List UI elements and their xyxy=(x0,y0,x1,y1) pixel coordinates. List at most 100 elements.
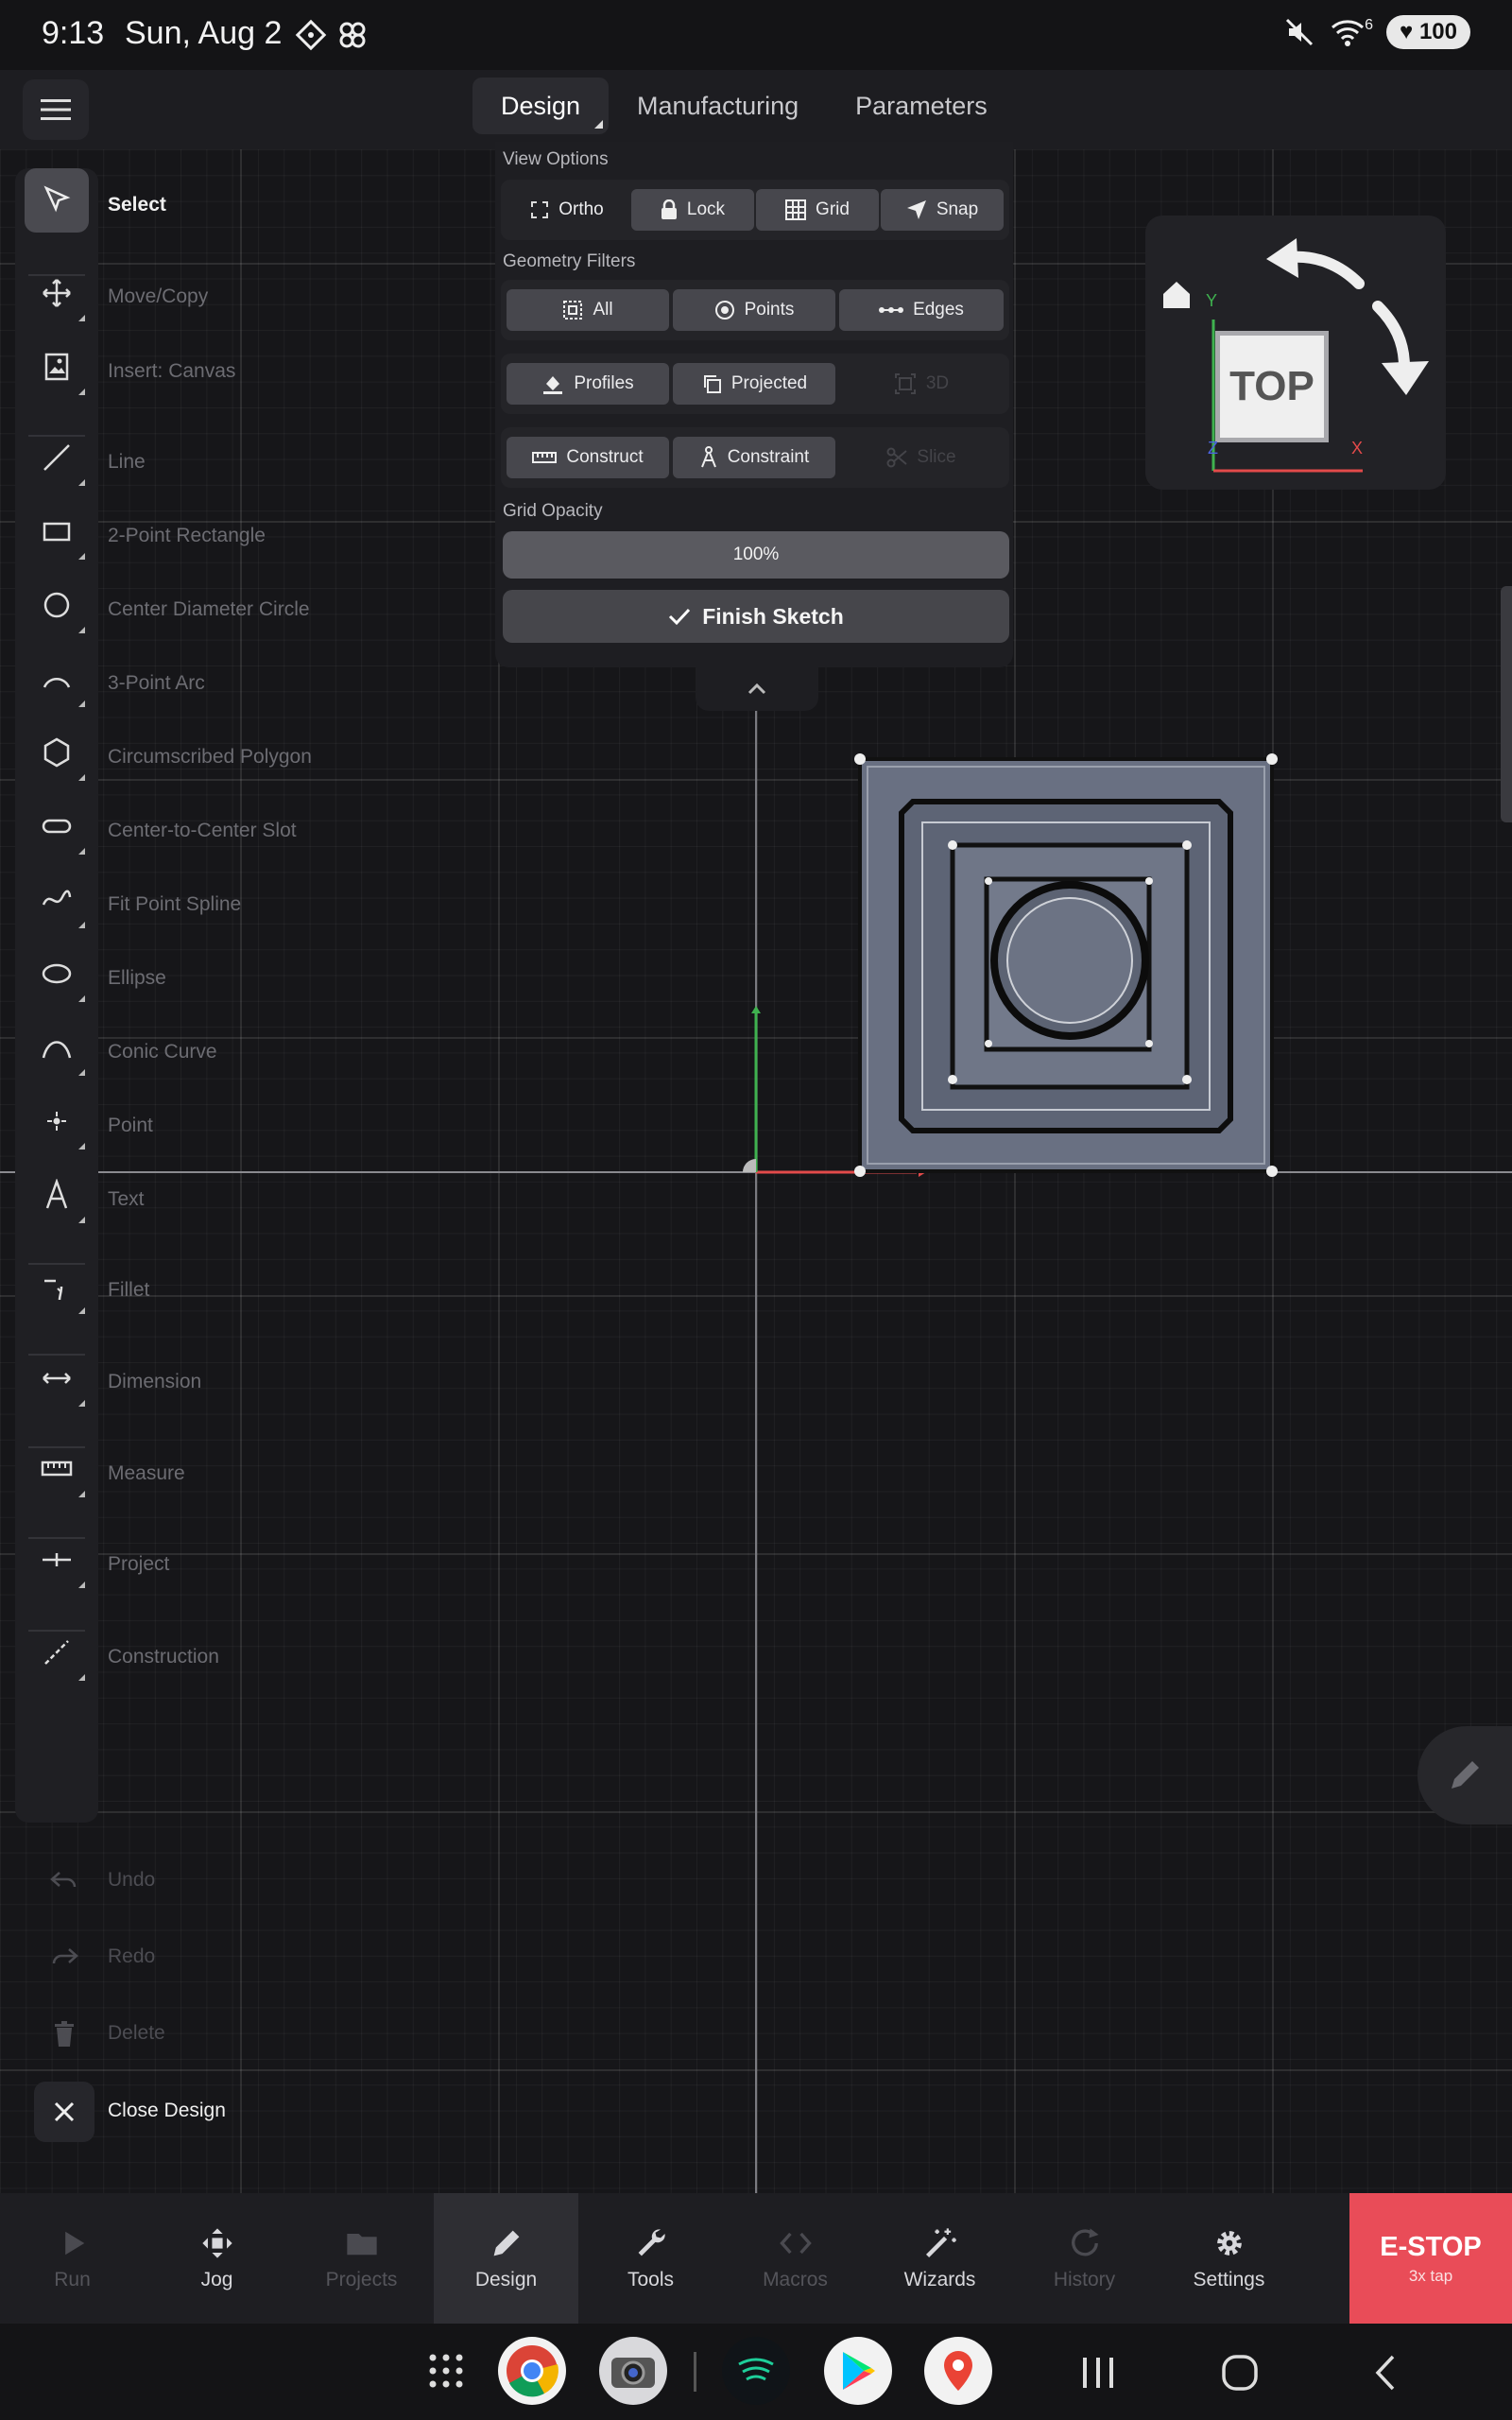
snap-toggle[interactable]: Snap xyxy=(881,189,1004,231)
grid-toggle[interactable]: Grid xyxy=(756,189,879,231)
camera-icon xyxy=(611,2358,655,2388)
tool-ruler-button[interactable] xyxy=(25,1437,89,1501)
edit-fab-button[interactable] xyxy=(1418,1726,1512,1824)
mute-icon xyxy=(1286,18,1314,46)
cnc-app-icon[interactable] xyxy=(722,2337,790,2405)
filter-edges-button[interactable]: Edges xyxy=(839,289,1004,331)
nav-label: Projects xyxy=(325,2269,398,2290)
filter-points-button[interactable]: Points xyxy=(673,289,835,331)
pencil-icon xyxy=(493,2230,519,2256)
finish-sketch-button[interactable]: Finish Sketch xyxy=(503,590,1009,643)
play-store-app-icon[interactable] xyxy=(824,2337,892,2405)
close-button[interactable] xyxy=(34,2082,94,2142)
tool-arc-button[interactable] xyxy=(25,647,89,711)
nav-run[interactable]: Run xyxy=(0,2193,145,2324)
redo-button[interactable] xyxy=(34,1927,94,1988)
tool-text-button[interactable] xyxy=(25,1163,89,1227)
home-icon[interactable] xyxy=(1221,2354,1259,2392)
filter-all-button[interactable]: All xyxy=(507,289,669,331)
submenu-corner-indicator xyxy=(78,553,85,560)
axis-x-label: X xyxy=(1351,439,1364,458)
tool-label: Insert: Canvas xyxy=(108,360,236,382)
lock-toggle[interactable]: Lock xyxy=(631,189,754,231)
nav-label: Macros xyxy=(763,2269,828,2290)
rotate-ccw-arrow-icon[interactable] xyxy=(1264,227,1368,302)
collapse-panel-button[interactable] xyxy=(696,667,818,711)
tab-design[interactable]: Design xyxy=(472,78,610,134)
filter-3d-label: 3D xyxy=(925,373,950,393)
filter-constraint-button[interactable]: Constraint xyxy=(673,437,835,478)
bottom-navigation: Run Jog Projects Design Tools Macros Wizards Hi… xyxy=(0,2193,1512,2324)
tool-ellipse-button[interactable] xyxy=(25,942,89,1006)
tool-project-button[interactable] xyxy=(25,1528,89,1592)
nav-macros[interactable]: Macros xyxy=(723,2193,868,2324)
nav-tools[interactable]: Tools xyxy=(578,2193,723,2324)
tool-fillet-button[interactable] xyxy=(25,1253,89,1318)
view-cube[interactable]: TOP Y X Z xyxy=(1145,216,1446,490)
view-cube-top-face[interactable]: TOP xyxy=(1215,331,1329,442)
battery-level: 100 xyxy=(1418,19,1457,44)
filter-points-label: Points xyxy=(744,300,795,320)
conic-icon xyxy=(42,1041,72,1059)
app-drawer-icon[interactable] xyxy=(427,2352,465,2390)
camera-app-icon[interactable] xyxy=(599,2337,667,2405)
tool-label: Point xyxy=(108,1115,153,1136)
filter-constraint-label: Constraint xyxy=(727,447,810,467)
submenu-corner-indicator xyxy=(78,1143,85,1150)
tool-insert-canvas-button[interactable] xyxy=(25,335,89,399)
tool-label: Conic Curve xyxy=(108,1041,217,1063)
nav-projects[interactable]: Projects xyxy=(289,2193,434,2324)
cnc-wave-icon xyxy=(738,2358,774,2381)
tab-parameters[interactable]: Parameters xyxy=(827,78,1016,134)
tool-dimension-button[interactable] xyxy=(25,1346,89,1410)
trash-button[interactable] xyxy=(34,2004,94,2065)
y-axis-arrow xyxy=(751,1006,761,1013)
target-icon xyxy=(714,301,734,320)
nav-wizards[interactable]: Wizards xyxy=(868,2193,1012,2324)
ellipse-icon xyxy=(42,963,72,984)
menu-button[interactable] xyxy=(23,79,89,140)
play-store-icon xyxy=(843,2352,875,2390)
tool-line-button[interactable] xyxy=(25,425,89,490)
nav-jog[interactable]: Jog xyxy=(145,2193,289,2324)
circle-icon xyxy=(43,592,70,618)
tool-construction-button[interactable] xyxy=(25,1620,89,1685)
tab-manufacturing[interactable]: Manufacturing xyxy=(609,78,827,134)
tool-cursor-button[interactable] xyxy=(25,168,89,233)
estop-button[interactable]: E-STOP 3x tap xyxy=(1349,2193,1512,2324)
submenu-corner-indicator xyxy=(78,1582,85,1588)
undo-button[interactable] xyxy=(34,1851,94,1911)
construction-icon xyxy=(44,1640,69,1665)
filter-slice-button[interactable]: Slice xyxy=(839,437,1004,478)
tool-conic-button[interactable] xyxy=(25,1015,89,1080)
tool-label: Text xyxy=(108,1188,145,1210)
submenu-corner-indicator xyxy=(78,1400,85,1407)
maps-app-icon[interactable] xyxy=(924,2337,992,2405)
nav-history[interactable]: History xyxy=(1012,2193,1157,2324)
tool-label: Circumscribed Polygon xyxy=(108,746,312,768)
filter-construct-label: Construct xyxy=(566,447,644,467)
filter-projected-button[interactable]: Projected xyxy=(673,363,835,405)
ortho-toggle[interactable]: Ortho xyxy=(507,189,627,231)
tool-label: Select xyxy=(108,194,166,216)
tool-point-button[interactable] xyxy=(25,1089,89,1153)
back-icon[interactable] xyxy=(1370,2354,1399,2392)
filter-construct-button[interactable]: Construct xyxy=(507,437,669,478)
nav-settings[interactable]: Settings xyxy=(1157,2193,1301,2324)
filter-3d-button[interactable]: 3D xyxy=(839,363,1004,405)
side-drawer-handle[interactable] xyxy=(1501,586,1512,822)
filter-profiles-button[interactable]: Profiles xyxy=(507,363,669,405)
tool-rectangle-button[interactable] xyxy=(25,499,89,563)
home-view-icon[interactable] xyxy=(1160,280,1193,310)
tool-move-button[interactable] xyxy=(25,261,89,325)
nav-design[interactable]: Design xyxy=(434,2193,578,2324)
grid-opacity-slider[interactable]: 100% xyxy=(503,531,1009,579)
tool-circle-button[interactable] xyxy=(25,573,89,637)
text-icon xyxy=(45,1179,68,1209)
recents-icon[interactable] xyxy=(1079,2356,1117,2390)
chrome-app-icon[interactable] xyxy=(498,2337,566,2405)
wrench-icon xyxy=(638,2229,665,2256)
tool-hexagon-button[interactable] xyxy=(25,720,89,785)
tool-spline-button[interactable] xyxy=(25,868,89,932)
tool-slot-button[interactable] xyxy=(25,794,89,858)
